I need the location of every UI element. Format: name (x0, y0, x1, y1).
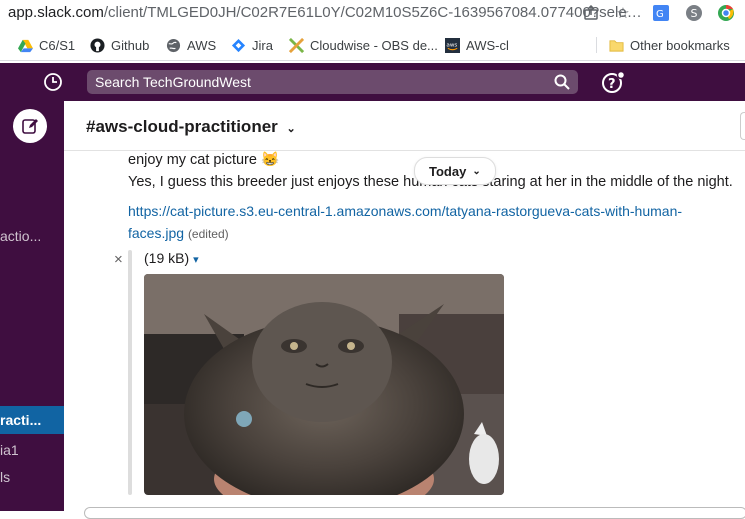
bookmark-c6s1[interactable]: C6/S1 (18, 36, 75, 54)
chevron-down-icon: ⌄ (472, 165, 481, 177)
sidebar-channel-item[interactable]: ia1 (0, 442, 64, 458)
bookmark-star-icon[interactable]: ☆ (613, 3, 633, 23)
header-button-partial[interactable] (740, 112, 745, 140)
svg-text:S: S (691, 7, 698, 20)
attachment-size[interactable]: (19 kB) ▾ (144, 250, 199, 266)
jira-icon (231, 38, 246, 52)
github-icon (90, 37, 105, 53)
message-text: enjoy my cat picture 😸 (128, 152, 280, 168)
channel-name-button[interactable]: #aws-cloud-practitioner ⌄ (86, 117, 296, 137)
chevron-down-icon: ⌄ (286, 123, 296, 135)
bookmark-cloudwise[interactable]: Cloudwise - OBS de... (289, 36, 438, 54)
share-icon[interactable] (581, 3, 601, 23)
aws-logo-icon: aws (445, 37, 460, 53)
date-divider-pill[interactable]: Today ⌄ (414, 157, 496, 185)
remove-attachment-icon[interactable]: × (114, 251, 123, 268)
caret-down-icon: ▾ (193, 254, 199, 266)
slack-top-bar: Search TechGroundWest ? (0, 63, 745, 101)
globe-icon (166, 38, 181, 52)
browser-address-bar[interactable]: app.slack.com/client/TMLGED0JH/C02R7E61L… (0, 0, 745, 26)
attachment-quote-bar (128, 250, 132, 495)
bookmark-github[interactable]: Github (90, 36, 149, 54)
svg-text:G: G (656, 9, 664, 20)
sidebar-channel-active[interactable]: racti... (0, 406, 64, 434)
svg-text:?: ? (608, 77, 616, 92)
edited-label: (edited) (187, 227, 229, 241)
cat-picture-image[interactable] (144, 274, 504, 495)
message-pane: enjoy my cat picture 😸 Yes, I guess this… (64, 151, 745, 511)
message-link[interactable]: https://cat-picture.s3.eu-central-1.amaz… (128, 203, 682, 219)
smiley-cat-emoji: 😸 (260, 152, 280, 168)
bookmarks-divider (596, 37, 597, 53)
history-clock-icon[interactable] (43, 72, 63, 92)
bookmark-aws-cl[interactable]: aws AWS-cl (445, 36, 509, 54)
skype-extension-icon[interactable]: S (684, 3, 704, 23)
folder-icon (609, 39, 624, 52)
translate-extension-icon[interactable]: G (651, 3, 671, 23)
message-composer[interactable] (84, 507, 745, 519)
compose-button[interactable] (13, 109, 47, 143)
sidebar-channel-item[interactable]: actio... (0, 228, 64, 244)
bookmark-jira[interactable]: Jira (231, 36, 273, 54)
google-drive-icon (18, 39, 33, 52)
compose-icon (22, 119, 38, 134)
bookmarks-bar: : C6/S1 Github AWS Jira Cloudwise - OBS … (0, 30, 745, 61)
message-link-continued[interactable]: faces.jpg (edited) (128, 225, 229, 241)
chrome-extension-icon[interactable] (716, 3, 736, 23)
channel-header: #aws-cloud-practitioner ⌄ (64, 101, 745, 151)
workspace-sidebar: actio... racti... ia1 ls (0, 101, 64, 511)
cloudwise-x-icon (289, 37, 304, 53)
search-bar[interactable]: Search TechGroundWest (87, 70, 578, 94)
svg-text:aws: aws (446, 42, 457, 48)
search-placeholder: Search TechGroundWest (95, 74, 251, 90)
search-icon[interactable] (554, 74, 570, 90)
other-bookmarks[interactable]: Other bookmarks (609, 36, 730, 54)
url-text[interactable]: app.slack.com/client/TMLGED0JH/C02R7E61L… (8, 4, 642, 21)
help-icon[interactable]: ? (601, 70, 626, 95)
sidebar-channel-item[interactable]: ls (0, 469, 64, 485)
bookmark-aws[interactable]: AWS (166, 36, 216, 54)
